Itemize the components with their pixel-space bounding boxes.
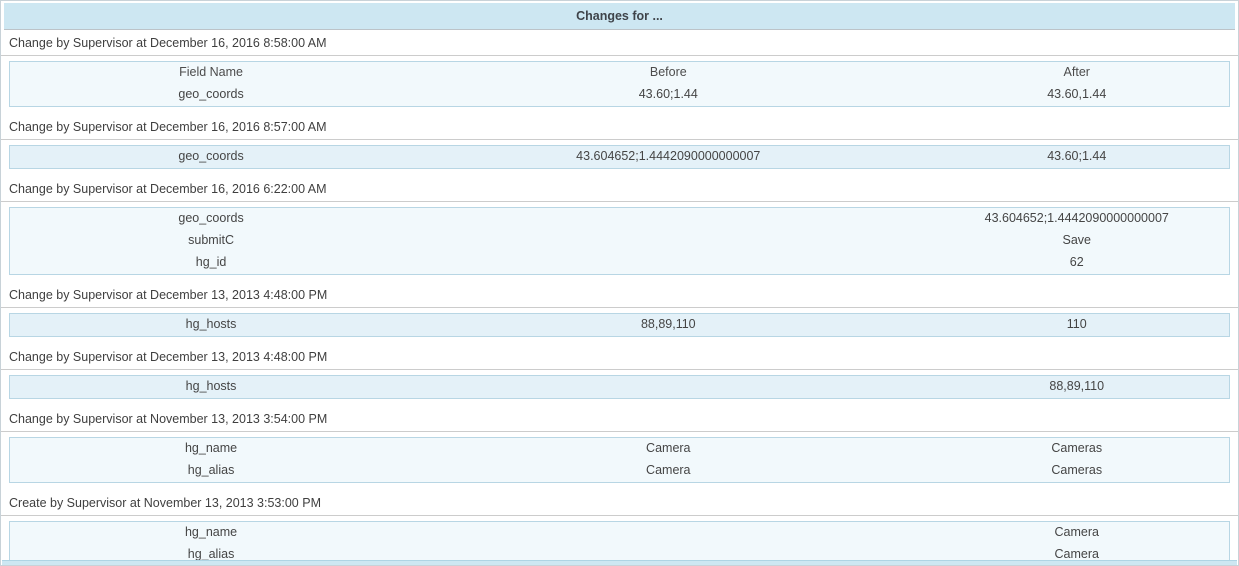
change-section-header: Create by Supervisor at November 13, 201… (1, 490, 1238, 516)
table-row: hg_name Camera Cameras (10, 438, 1230, 461)
column-before: Before (412, 62, 924, 85)
changes-table: geo_coords 43.604652;1.4442090000000007 … (9, 145, 1230, 169)
before-cell (412, 252, 924, 275)
table-row: geo_coords 43.604652;1.4442090000000007 (10, 208, 1230, 231)
column-after: After (924, 62, 1229, 85)
change-section-header: Change by Supervisor at December 16, 201… (1, 114, 1238, 140)
field-name-cell: hg_hosts (10, 314, 413, 337)
table-row: hg_hosts 88,89,110 (10, 376, 1230, 399)
field-name-cell: hg_name (10, 438, 413, 461)
after-cell: 110 (924, 314, 1229, 337)
change-section-header: Change by Supervisor at December 16, 201… (1, 176, 1238, 202)
field-name-cell: hg_id (10, 252, 413, 275)
before-cell: Camera (412, 460, 924, 483)
changes-table-wrap: geo_coords 43.604652;1.4442090000000007 … (9, 207, 1230, 275)
changes-table-wrap: hg_name Camera Cameras hg_alias Camera C… (9, 437, 1230, 483)
after-cell: Cameras (924, 460, 1229, 483)
after-cell: Cameras (924, 438, 1229, 461)
changes-table-wrap: Field Name Before After geo_coords 43.60… (9, 61, 1230, 107)
after-cell: 62 (924, 252, 1229, 275)
after-cell: 43.60,1.44 (924, 84, 1229, 107)
before-cell (412, 522, 924, 545)
field-name-cell: geo_coords (10, 84, 413, 107)
before-cell: 43.604652;1.4442090000000007 (412, 146, 924, 169)
before-cell: Camera (412, 438, 924, 461)
cutoff-next-header-bar (2, 560, 1237, 565)
changes-table-wrap: geo_coords 43.604652;1.4442090000000007 … (9, 145, 1230, 169)
table-header-row: Field Name Before After (10, 62, 1230, 85)
before-cell (412, 208, 924, 231)
after-cell: 88,89,110 (924, 376, 1229, 399)
changes-table-wrap: hg_hosts 88,89,110 (9, 375, 1230, 399)
field-name-cell: geo_coords (10, 146, 413, 169)
field-name-cell: hg_name (10, 522, 413, 545)
change-section: Change by Supervisor at December 16, 201… (1, 176, 1238, 275)
after-cell: 43.604652;1.4442090000000007 (924, 208, 1229, 231)
changelog-panel: Changes for ... Change by Supervisor at … (0, 0, 1239, 566)
changes-table: geo_coords 43.604652;1.4442090000000007 … (9, 207, 1230, 275)
change-section: Change by Supervisor at December 16, 201… (1, 30, 1238, 107)
table-row: hg_hosts 88,89,110 110 (10, 314, 1230, 337)
change-section: Change by Supervisor at November 13, 201… (1, 406, 1238, 483)
changes-table-wrap: hg_hosts 88,89,110 110 (9, 313, 1230, 337)
field-name-cell: hg_hosts (10, 376, 413, 399)
table-row: geo_coords 43.604652;1.4442090000000007 … (10, 146, 1230, 169)
changes-table: hg_hosts 88,89,110 110 (9, 313, 1230, 337)
after-cell: Save (924, 230, 1229, 252)
change-section: Change by Supervisor at December 13, 201… (1, 344, 1238, 399)
before-cell: 88,89,110 (412, 314, 924, 337)
before-cell (412, 230, 924, 252)
table-row: hg_name Camera (10, 522, 1230, 545)
field-name-cell: hg_alias (10, 460, 413, 483)
before-cell: 43.60;1.44 (412, 84, 924, 107)
create-section: Create by Supervisor at November 13, 201… (1, 490, 1238, 566)
changes-table: hg_hosts 88,89,110 (9, 375, 1230, 399)
change-section: Change by Supervisor at December 13, 201… (1, 282, 1238, 337)
table-row: hg_id 62 (10, 252, 1230, 275)
table-row: hg_alias Camera Cameras (10, 460, 1230, 483)
change-section-header: Change by Supervisor at December 16, 201… (1, 30, 1238, 56)
field-name-cell: submitC (10, 230, 413, 252)
changes-table: hg_name Camera Cameras hg_alias Camera C… (9, 437, 1230, 483)
table-row: geo_coords 43.60;1.44 43.60,1.44 (10, 84, 1230, 107)
change-section-header: Change by Supervisor at November 13, 201… (1, 406, 1238, 432)
before-cell (412, 376, 924, 399)
changes-table: Field Name Before After geo_coords 43.60… (9, 61, 1230, 107)
after-cell: Camera (924, 522, 1229, 545)
after-cell: 43.60;1.44 (924, 146, 1229, 169)
panel-title: Changes for ... (4, 3, 1235, 30)
column-field-name: Field Name (10, 62, 413, 85)
change-section-header: Change by Supervisor at December 13, 201… (1, 282, 1238, 308)
table-row: submitC Save (10, 230, 1230, 252)
field-name-cell: geo_coords (10, 208, 413, 231)
change-section-header: Change by Supervisor at December 13, 201… (1, 344, 1238, 370)
change-section: Change by Supervisor at December 16, 201… (1, 114, 1238, 169)
